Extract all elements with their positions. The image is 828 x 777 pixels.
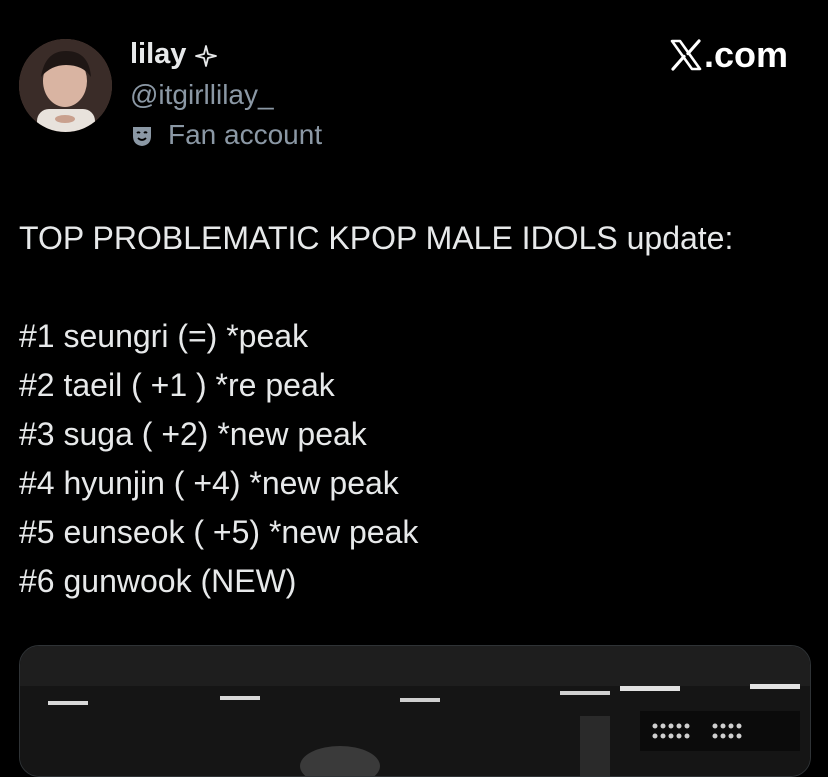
x-watermark: .com xyxy=(669,34,788,76)
ranking-item: #2 taeil ( +1 ) *re peak xyxy=(19,367,335,403)
ranking-item: #1 seungri (=) *peak xyxy=(19,318,309,354)
theater-mask-icon xyxy=(130,123,154,147)
display-name[interactable]: lilay xyxy=(130,38,186,71)
tweet-media[interactable] xyxy=(19,645,811,777)
display-name-row[interactable]: lilay xyxy=(130,38,218,71)
avatar[interactable] xyxy=(19,39,112,132)
ranking-item: #6 gunwook (NEW) xyxy=(19,563,297,599)
ranking-item: #3 suga ( +2) *new peak xyxy=(19,416,367,452)
watermark-text: .com xyxy=(703,34,788,75)
account-label-row: Fan account xyxy=(130,119,322,151)
avatar-photo xyxy=(19,39,112,132)
tweet-text: TOP PROBLEMATIC KPOP MALE IDOLS update: … xyxy=(19,214,809,606)
account-label: Fan account xyxy=(168,119,323,150)
user-handle[interactable]: @itgirllilay_ xyxy=(130,79,274,111)
sparkle-icon xyxy=(194,43,218,67)
media-image xyxy=(20,646,810,776)
ranking-item: #4 hyunjin ( +4) *new peak xyxy=(19,465,399,501)
ranking-item: #5 eunseok ( +5) *new peak xyxy=(19,514,419,550)
tweet-title: TOP PROBLEMATIC KPOP MALE IDOLS update: xyxy=(19,220,734,256)
x-logo-icon xyxy=(669,38,703,72)
